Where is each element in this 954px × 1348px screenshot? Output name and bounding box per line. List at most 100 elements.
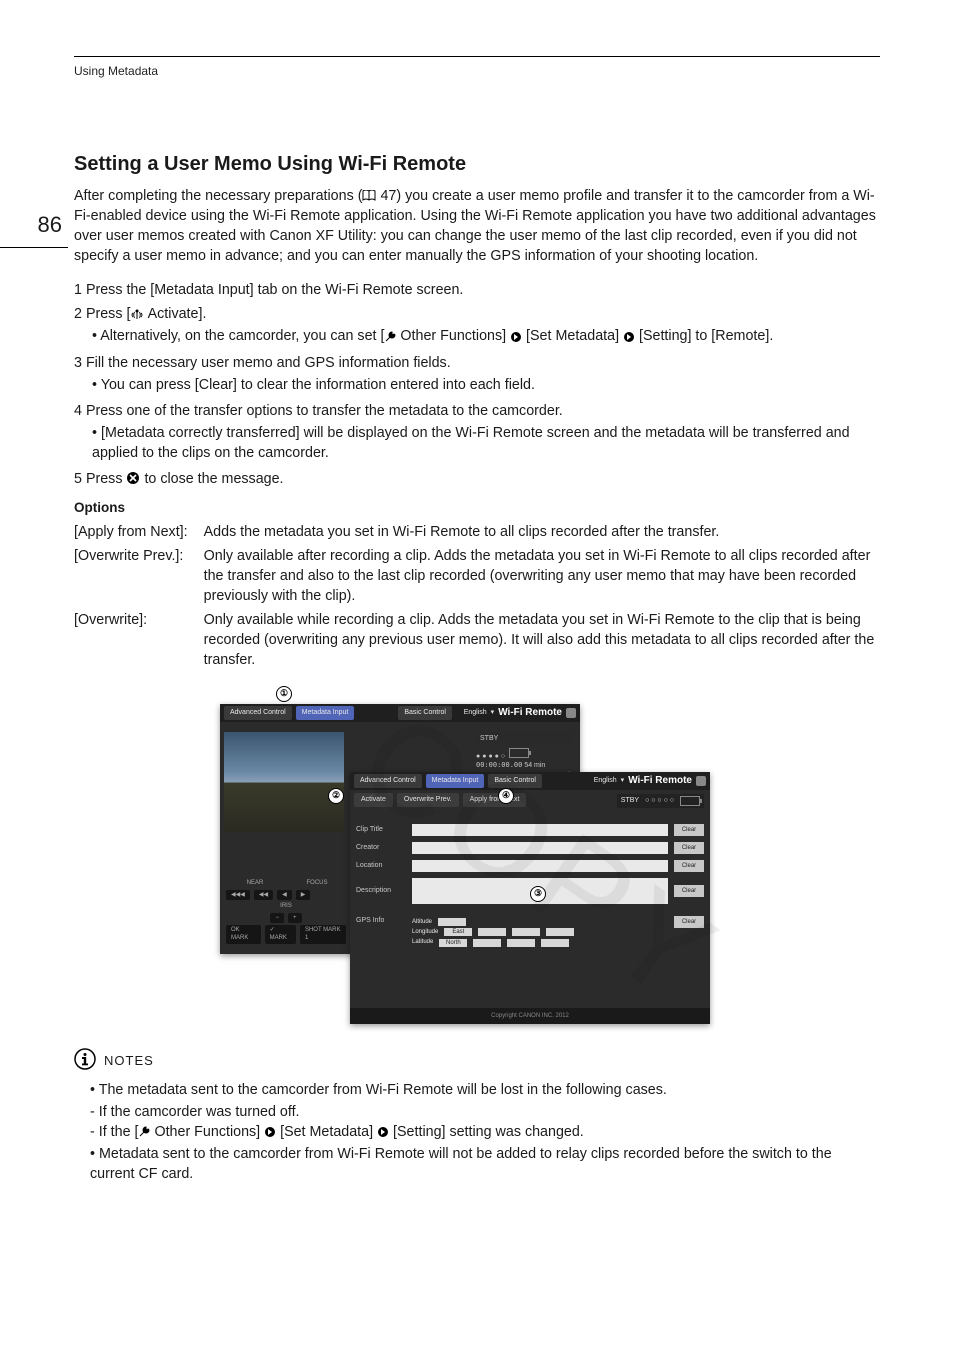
option-label-apply-next: [Apply from Next]: bbox=[74, 522, 204, 546]
label-description: Description bbox=[356, 886, 406, 896]
audio-level-icon: ●●●●○ bbox=[476, 753, 507, 760]
input-latitude-1[interactable] bbox=[473, 939, 501, 947]
status-stby: STBY bbox=[476, 732, 574, 746]
clear-location-button[interactable]: Clear bbox=[674, 860, 704, 872]
arrow-right-icon bbox=[264, 1122, 276, 1142]
note-1a: If the camcorder was turned off. bbox=[90, 1102, 880, 1122]
focus-far-3-button[interactable]: ◀◀◀ bbox=[226, 890, 250, 900]
step-2: 2 Press [ Activate]. bbox=[74, 304, 880, 324]
label-location: Location bbox=[356, 861, 406, 871]
input-location[interactable] bbox=[412, 860, 668, 872]
input-latitude-3[interactable] bbox=[541, 939, 569, 947]
input-latitude-2[interactable] bbox=[507, 939, 535, 947]
running-header: Using Metadata bbox=[74, 63, 880, 80]
tab-basic-control-2[interactable]: Basic Control bbox=[488, 774, 542, 788]
arrow-right-icon bbox=[623, 327, 635, 347]
label-creator: Creator bbox=[356, 843, 406, 853]
option-desc-overwrite-prev: Only available after recording a clip. A… bbox=[204, 546, 880, 610]
step-3: 3 Fill the necessary user memo and GPS i… bbox=[74, 353, 880, 373]
ok-mark-button[interactable]: OK MARK bbox=[226, 925, 261, 944]
wifi-icon bbox=[130, 304, 144, 324]
status-stby-2: STBY bbox=[621, 796, 639, 806]
close-x-icon bbox=[126, 469, 140, 489]
activate-button[interactable]: Activate bbox=[354, 793, 393, 807]
select-longitude-dir[interactable]: East bbox=[444, 928, 472, 936]
language-label-2: English bbox=[594, 776, 617, 786]
callout-4: ④ bbox=[498, 788, 514, 804]
option-label-overwrite: [Overwrite]: bbox=[74, 610, 204, 674]
input-clip-title[interactable] bbox=[412, 824, 668, 836]
wifi-remote-screenshots: COPY ① ② ③ ④ Advanced Control Metadata I… bbox=[220, 688, 860, 1028]
label-longitude: Longitude bbox=[412, 928, 438, 936]
iris-plus-button[interactable]: + bbox=[288, 913, 302, 923]
callout-1: ① bbox=[276, 686, 292, 702]
select-latitude-dir[interactable]: North bbox=[439, 939, 467, 947]
audio-level-icon-2: ○ ○ ○ ○ ○ bbox=[645, 796, 674, 806]
clear-clip-title-button[interactable]: Clear bbox=[674, 824, 704, 836]
lock-icon bbox=[566, 708, 576, 718]
step-5: 5 Press to close the message. bbox=[74, 469, 880, 489]
arrow-right-icon bbox=[510, 327, 522, 347]
tab-metadata-input[interactable]: Metadata Input bbox=[296, 706, 355, 720]
input-altitude[interactable] bbox=[438, 918, 466, 926]
tab-basic-control[interactable]: Basic Control bbox=[398, 706, 452, 720]
input-longitude-1[interactable] bbox=[478, 928, 506, 936]
iris-minus-button[interactable]: − bbox=[270, 913, 284, 923]
label-iris: IRIS bbox=[226, 902, 346, 910]
battery-icon bbox=[509, 748, 529, 758]
option-desc-overwrite: Only available while recording a clip. A… bbox=[204, 610, 880, 674]
timecode: 00:00:00.00 bbox=[476, 761, 522, 769]
label-gps-info: GPS Info bbox=[356, 916, 406, 926]
intro-paragraph: After completing the necessary preparati… bbox=[74, 186, 880, 266]
cf-a-time: 54 min bbox=[524, 762, 545, 769]
battery-icon-2 bbox=[680, 796, 700, 806]
label-focus: FOCUS bbox=[288, 879, 346, 887]
tab-advanced-control-2[interactable]: Advanced Control bbox=[354, 774, 422, 788]
options-heading: Options bbox=[74, 499, 880, 518]
step-2-sub: Alternatively, on the camcorder, you can… bbox=[92, 326, 880, 346]
step-4-sub: [Metadata correctly transferred] will be… bbox=[92, 423, 880, 463]
label-clip-title: Clip Title bbox=[356, 825, 406, 835]
callout-2: ② bbox=[328, 788, 344, 804]
section-heading: Setting a User Memo Using Wi-Fi Remote bbox=[74, 150, 880, 178]
apply-from-next-button[interactable]: Apply from Next bbox=[463, 793, 527, 807]
option-label-overwrite-prev: [Overwrite Prev.]: bbox=[74, 546, 204, 610]
tab-metadata-input-2[interactable]: Metadata Input bbox=[426, 774, 485, 788]
input-creator[interactable] bbox=[412, 842, 668, 854]
wrench-icon bbox=[138, 1122, 150, 1142]
clear-description-button[interactable]: Clear bbox=[674, 885, 704, 897]
focus-near-1-button[interactable]: ▶ bbox=[296, 890, 311, 900]
lock-icon-2 bbox=[696, 776, 706, 786]
step-3-sub: You can press [Clear] to clear the infor… bbox=[92, 375, 880, 395]
copyright-bar: Copyright CANON INC. 2012 bbox=[350, 1008, 710, 1024]
shot-mark-button[interactable]: SHOT MARK 1 bbox=[300, 925, 346, 944]
input-longitude-3[interactable] bbox=[546, 928, 574, 936]
input-longitude-2[interactable] bbox=[512, 928, 540, 936]
language-label: English bbox=[464, 708, 487, 718]
info-icon bbox=[74, 1048, 96, 1074]
app-title-2: Wi-Fi Remote bbox=[628, 774, 692, 788]
step-4: 4 Press one of the transfer options to t… bbox=[74, 401, 880, 421]
option-desc-apply-next: Adds the metadata you set in Wi-Fi Remot… bbox=[204, 522, 880, 546]
step-1: 1 Press the [Metadata Input] tab on the … bbox=[74, 280, 880, 300]
clear-gps-button[interactable]: Clear bbox=[674, 916, 704, 928]
wrench-icon bbox=[384, 327, 396, 347]
focus-far-2-button[interactable]: ◀◀ bbox=[254, 890, 273, 900]
options-table: [Apply from Next]: Adds the metadata you… bbox=[74, 522, 880, 674]
book-icon bbox=[362, 186, 376, 206]
callout-3: ③ bbox=[530, 886, 546, 902]
clear-creator-button[interactable]: Clear bbox=[674, 842, 704, 854]
note-2: Metadata sent to the camcorder from Wi-F… bbox=[90, 1144, 880, 1184]
focus-far-1-button[interactable]: ◀ bbox=[277, 890, 292, 900]
note-1b: If the [ Other Functions] [Set Metadata]… bbox=[90, 1122, 880, 1142]
app-title: Wi-Fi Remote bbox=[498, 706, 562, 720]
notes-heading: NOTES bbox=[104, 1052, 154, 1070]
tab-advanced-control[interactable]: Advanced Control bbox=[224, 706, 292, 720]
note-1: The metadata sent to the camcorder from … bbox=[90, 1080, 880, 1100]
label-latitude: Latitude bbox=[412, 938, 433, 946]
notes-section: NOTES The metadata sent to the camcorder… bbox=[74, 1048, 880, 1184]
check-mark-button[interactable]: ✓ MARK bbox=[265, 925, 296, 944]
overwrite-prev-button[interactable]: Overwrite Prev. bbox=[397, 793, 459, 807]
live-preview bbox=[224, 732, 344, 832]
arrow-right-icon bbox=[377, 1122, 389, 1142]
